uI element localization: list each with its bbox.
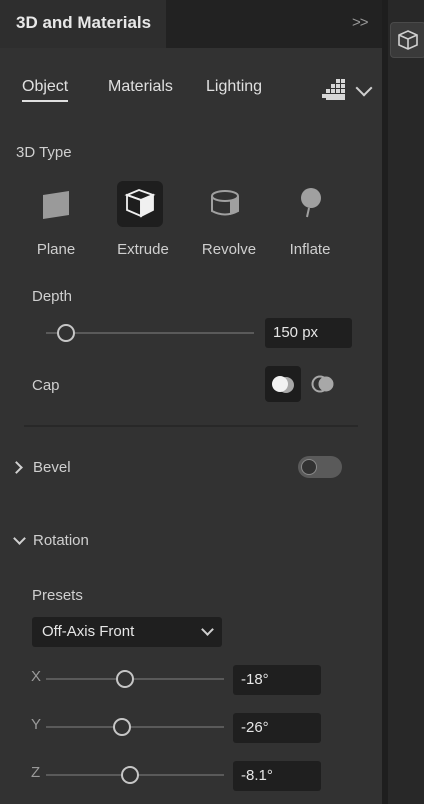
type-plane-label: Plane xyxy=(36,241,76,258)
rotation-y-field[interactable]: -26° xyxy=(233,713,321,743)
cap-on-icon xyxy=(272,376,294,393)
presets-label: Presets xyxy=(32,587,83,604)
cap-off-icon xyxy=(311,375,334,393)
plane-icon xyxy=(43,191,69,219)
panel-title-tab[interactable]: 3D and Materials xyxy=(0,0,166,48)
panel-header: 3D and Materials >> xyxy=(0,0,424,48)
type-inflate-button[interactable] xyxy=(287,181,333,227)
rotation-x-slider-thumb[interactable] xyxy=(116,670,134,688)
rotation-y-slider-track[interactable] xyxy=(46,726,224,728)
inflate-icon xyxy=(301,188,321,218)
extrude-icon xyxy=(124,189,156,218)
depth-value-field[interactable]: 150 px xyxy=(265,318,352,348)
rotation-x-field[interactable]: -18° xyxy=(233,665,321,695)
render-settings-icon[interactable] xyxy=(322,79,346,101)
presets-dropdown[interactable]: Off-Axis Front xyxy=(32,617,222,647)
rotation-y-slider-thumb[interactable] xyxy=(113,718,131,736)
depth-label: Depth xyxy=(32,288,73,305)
revolve-icon xyxy=(211,190,239,216)
type-revolve-button[interactable] xyxy=(204,181,250,227)
tab-materials[interactable]: Materials xyxy=(108,78,173,96)
right-toolbar xyxy=(388,0,424,804)
rotation-z-slider-thumb[interactable] xyxy=(121,766,139,784)
presets-selected-value: Off-Axis Front xyxy=(42,623,135,640)
rotation-z-label: Z xyxy=(31,764,41,781)
type-revolve-label: Revolve xyxy=(201,241,257,258)
rotation-x-label: X xyxy=(31,668,42,685)
rotation-y-label: Y xyxy=(31,716,42,733)
cap-off-button[interactable] xyxy=(305,366,341,402)
rotation-x-slider-track[interactable] xyxy=(46,678,224,680)
tab-object[interactable]: Object xyxy=(22,78,69,102)
depth-slider-thumb[interactable] xyxy=(57,324,75,342)
cap-on-button[interactable] xyxy=(265,366,301,402)
3d-type-label: 3D Type xyxy=(16,144,72,161)
tab-lighting[interactable]: Lighting xyxy=(206,78,262,96)
bevel-label[interactable]: Bevel xyxy=(33,459,71,476)
bevel-toggle[interactable] xyxy=(298,456,342,478)
depth-slider-track[interactable] xyxy=(46,332,254,334)
cap-label: Cap xyxy=(32,377,60,394)
panel-title: 3D and Materials xyxy=(16,13,152,32)
type-extrude-button[interactable] xyxy=(117,181,163,227)
type-inflate-label: Inflate xyxy=(289,241,331,258)
3d-cube-icon[interactable] xyxy=(390,22,424,58)
type-extrude-label: Extrude xyxy=(117,241,169,258)
rotation-label[interactable]: Rotation xyxy=(33,532,89,549)
rotation-z-field[interactable]: -8.1° xyxy=(233,761,321,791)
double-chevron-right-icon[interactable]: >> xyxy=(352,14,369,31)
type-plane-button[interactable] xyxy=(33,181,79,227)
section-divider xyxy=(24,425,358,427)
bevel-toggle-knob xyxy=(301,459,317,475)
